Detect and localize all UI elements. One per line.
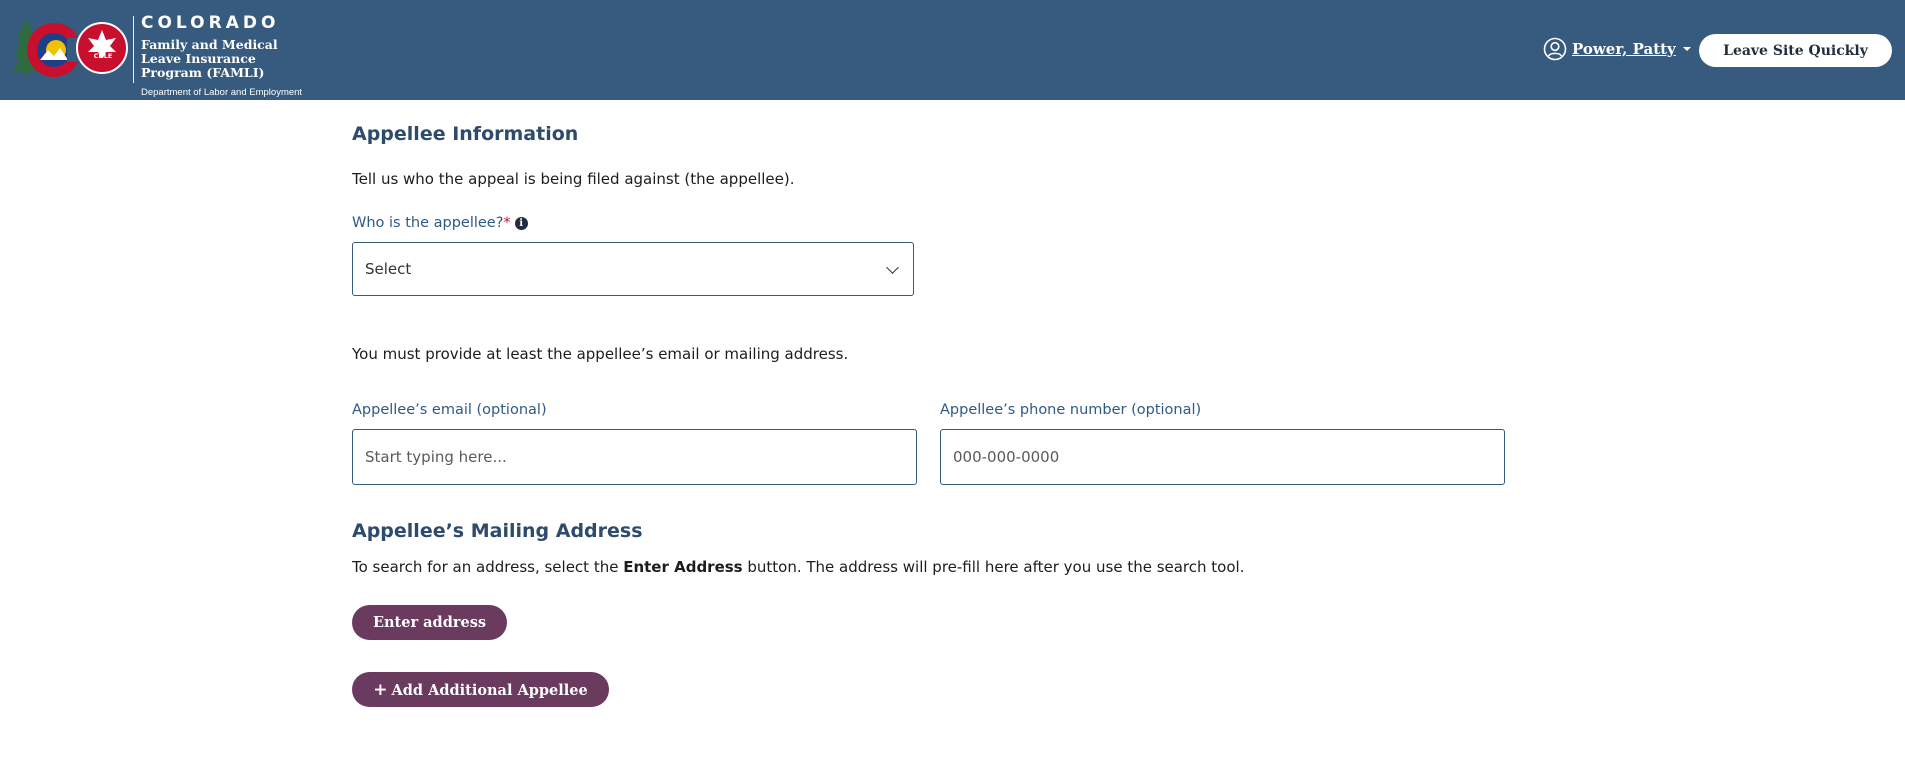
department-name: Department of Labor and Employment bbox=[141, 87, 303, 98]
leave-site-quickly-button[interactable]: Leave Site Quickly bbox=[1699, 34, 1892, 67]
site-header: CDLE COLORADO Family and Medical Leave I… bbox=[0, 0, 1905, 100]
info-icon[interactable]: i bbox=[514, 217, 528, 230]
brand-title: COLORADO bbox=[141, 13, 280, 33]
user-menu[interactable]: Power, Patty bbox=[1543, 37, 1691, 61]
email-label: Appellee’s email (optional) bbox=[352, 402, 547, 418]
caret-down-icon bbox=[1682, 47, 1691, 51]
enter-address-button[interactable]: Enter address bbox=[352, 605, 507, 640]
chevron-down-icon bbox=[886, 261, 899, 274]
add-additional-appellee-button[interactable]: + Add Additional Appellee bbox=[352, 672, 609, 707]
contact-requirement-note: You must provide at least the appellee’s… bbox=[352, 345, 849, 363]
program-name: Family and Medical Leave Insurance Progr… bbox=[141, 37, 278, 80]
phone-label: Appellee’s phone number (optional) bbox=[940, 402, 1202, 418]
brand-block: COLORADO Family and Medical Leave Insura… bbox=[141, 14, 321, 98]
appellee-label-text: Who is the appellee? bbox=[352, 215, 504, 231]
brand-divider bbox=[133, 16, 134, 83]
mailing-address-heading: Appellee’s Mailing Address bbox=[352, 520, 643, 542]
address-instruction-pre: To search for an address, select the bbox=[352, 558, 624, 576]
appellee-intro-text: Tell us who the appeal is being filed ag… bbox=[352, 170, 795, 188]
appellee-select-value: Select bbox=[365, 260, 412, 278]
address-instruction: To search for an address, select the Ent… bbox=[352, 558, 1244, 576]
appellee-label: Who is the appellee?* i bbox=[352, 215, 528, 231]
appellee-phone-input[interactable] bbox=[940, 429, 1505, 485]
appellee-email-input[interactable] bbox=[352, 429, 917, 485]
cdle-badge-text: CDLE bbox=[93, 52, 113, 60]
user-circle-icon bbox=[1543, 37, 1567, 61]
appellee-select[interactable]: Select bbox=[352, 242, 914, 296]
address-instruction-bold: Enter Address bbox=[623, 558, 743, 576]
user-name-link[interactable]: Power, Patty bbox=[1572, 40, 1676, 58]
appellee-info-heading: Appellee Information bbox=[352, 123, 579, 145]
address-instruction-post: button. The address will pre-fill here a… bbox=[742, 558, 1245, 576]
plus-icon: + bbox=[373, 679, 388, 700]
add-appellee-label: Add Additional Appellee bbox=[391, 681, 588, 699]
required-marker: * bbox=[503, 215, 511, 231]
colorado-logo-icon bbox=[12, 18, 128, 77]
